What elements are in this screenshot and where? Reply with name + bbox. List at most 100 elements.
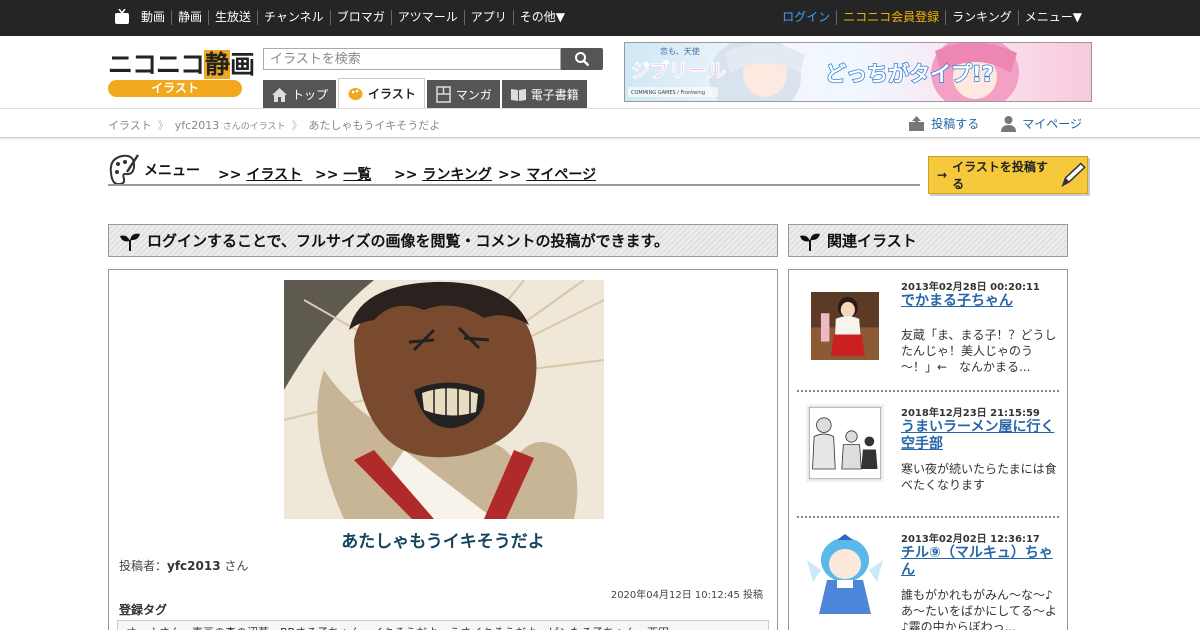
related-item[interactable]: 2018年12月23日 21:15:59 うまいラーメン屋に行く空手部 寒い夜が…: [797, 404, 1059, 514]
nav-atsumaru[interactable]: アツマール: [390, 10, 464, 25]
menu-title: メニュー: [108, 153, 200, 187]
tab-manga[interactable]: マンガ: [426, 80, 500, 108]
sprout-icon: [800, 233, 820, 251]
post-link[interactable]: 投稿する: [908, 115, 979, 132]
ad-banner[interactable]: COMMING GAMES / Frontwing 恋も、天使 ジブリール どっ…: [624, 42, 1092, 102]
tab-ebook[interactable]: 電子書籍: [501, 80, 587, 108]
related-description: 寒い夜が続いたらたまには食べたくなります: [901, 462, 1057, 492]
related-date: 2013年02月28日 00:20:11: [901, 282, 1040, 293]
logo-sub-label: イラスト: [108, 80, 242, 97]
menu-title-label: メニュー: [144, 163, 200, 179]
breadcrumb-user-name: yfc2013: [174, 118, 220, 132]
menu-item-mypage[interactable]: >> マイページ: [498, 164, 596, 184]
upload-icon: [909, 116, 925, 131]
page-menu: メニュー >> イラスト >> 一覧 >> ランキング >> マイページ: [108, 150, 920, 188]
divider: [797, 390, 1059, 392]
banner-artwork: COMMING GAMES / Frontwing 恋も、天使 ジブリール どっ…: [628, 43, 1019, 101]
related-item[interactable]: 2013年02月28日 00:20:11 でかまる子ちゃん 友蔵「ま、まる子！？…: [797, 278, 1059, 388]
mypage-link[interactable]: マイページ: [1001, 115, 1082, 132]
seiga-logo[interactable]: ニコニコ静画 イラスト: [108, 50, 255, 100]
home-icon: [272, 87, 287, 102]
nav-seiga[interactable]: 静画: [171, 10, 208, 25]
menu-item-illust-label: イラスト: [246, 167, 303, 183]
breadcrumb-user-suffix: さんのイラスト: [222, 121, 286, 132]
menu-prefix: >>: [394, 167, 418, 183]
service-nav: 動画 静画 生放送 チャンネル ブロマガ アツマール アプリ その他▼: [141, 10, 571, 25]
related-item[interactable]: 2013年02月02日 12:36:17 チル⑨（マルキュ）ちゃん 誰もがかれも…: [797, 530, 1059, 630]
menu-dropdown[interactable]: メニュー▼: [1017, 10, 1088, 25]
global-nav-bar: 動画 静画 生放送 チャンネル ブロマガ アツマール アプリ その他▼ ログイン…: [0, 0, 1200, 36]
related-heading-text: 関連イラスト: [827, 232, 917, 250]
niconico-tv-icon[interactable]: [114, 9, 130, 25]
search-box: [263, 48, 603, 70]
breadcrumb-root[interactable]: イラスト: [108, 117, 152, 133]
poster-name[interactable]: yfc2013: [167, 559, 221, 573]
related-illust-panel: 2013年02月28日 00:20:11 でかまる子ちゃん 友蔵「ま、まる子！？…: [788, 269, 1068, 630]
ranking-link[interactable]: ランキング: [945, 10, 1018, 25]
menu-prefix: >>: [498, 167, 522, 183]
nav-channel[interactable]: チャンネル: [257, 10, 330, 25]
related-date: 2013年02月02日 12:36:17: [901, 534, 1040, 545]
logo-text-a: ニコニコ: [108, 50, 205, 79]
login-notice-heading: ログインすることで、フルサイズの画像を閲覧・コメントの投稿ができます。: [108, 224, 778, 257]
related-thumbnail[interactable]: [797, 404, 893, 482]
menu-item-list-label: 一覧: [343, 167, 372, 183]
nav-video[interactable]: 動画: [141, 10, 171, 25]
related-thumbnail[interactable]: [797, 530, 893, 626]
register-link[interactable]: ニコニコ会員登録: [836, 10, 945, 25]
banner-brand: ジブリール: [631, 59, 726, 82]
post-illust-button[interactable]: → イラストを投稿する: [928, 156, 1088, 194]
banner-tagline: 恋も、天使: [660, 46, 700, 56]
related-title[interactable]: でかまる子ちゃん: [901, 293, 1059, 310]
tab-illust-label: イラスト: [368, 87, 416, 101]
menu-item-list[interactable]: >> 一覧: [315, 164, 371, 184]
menu-prefix: >>: [315, 167, 339, 183]
tag-list[interactable]: オーナさん 直画の森の沼草 BBさる子ちゃん イキそうだよ うさイキそうだよ ピ…: [117, 620, 769, 630]
related-heading: 関連イラスト: [788, 224, 1068, 257]
breadcrumb: イラスト 》 yfc2013 さんのイラスト 》 あたしゃもうイキそうだよ: [108, 117, 440, 133]
menu-item-ranking[interactable]: >> ランキング: [394, 164, 492, 184]
tab-ebook-label: 電子書籍: [530, 87, 579, 102]
logo-text-b: 静: [204, 50, 230, 79]
poster-info: 投稿者：yfc2013 さん: [119, 557, 248, 574]
nav-more-dropdown[interactable]: その他▼: [512, 10, 571, 25]
login-link[interactable]: ログイン: [776, 10, 836, 25]
user-icon: [1001, 116, 1017, 132]
banner-catch: どっちがタイプ!?: [825, 62, 994, 86]
manga-icon: [436, 85, 451, 103]
menu-item-mypage-label: マイページ: [526, 167, 597, 183]
nav-app[interactable]: アプリ: [463, 10, 513, 25]
menu-item-illust[interactable]: >> イラスト: [218, 164, 302, 184]
pen-icon: [1061, 162, 1087, 188]
sprout-icon: [120, 233, 140, 251]
breadcrumb-separator: 》: [291, 119, 303, 132]
logo-text-c: 画: [230, 50, 255, 79]
poster-label: 投稿者：: [119, 559, 168, 573]
related-description: 友蔵「ま、まる子！？どうしたんじゃ！美人じゃのう～！」← なんかまる...: [901, 328, 1057, 374]
illust-title: あたしゃもうイキそうだよ: [341, 532, 545, 552]
related-thumbnail[interactable]: [811, 278, 879, 374]
illust-image[interactable]: [284, 280, 604, 519]
book-icon: [510, 88, 526, 101]
related-title[interactable]: チル⑨（マルキュ）ちゃん: [901, 545, 1059, 579]
illust-icon: [348, 88, 363, 100]
divider: [797, 516, 1059, 518]
tab-top[interactable]: トップ: [263, 80, 337, 108]
posted-date: 2020年04月12日 10:12:45 投稿: [610, 590, 763, 601]
related-title[interactable]: うまいラーメン屋に行く空手部: [901, 419, 1059, 453]
tab-illust[interactable]: イラスト: [338, 78, 425, 108]
search-input[interactable]: [263, 48, 561, 70]
menu-item-ranking-label: ランキング: [422, 167, 492, 183]
nav-blomaga[interactable]: ブロマガ: [329, 10, 391, 25]
breadcrumb-separator: 》: [157, 119, 169, 132]
breadcrumb-bar: イラスト 》 yfc2013 さんのイラスト 》 あたしゃもうイキそうだよ 投稿…: [0, 108, 1200, 138]
header-actions: 投稿する マイページ: [886, 115, 1082, 132]
site-header: ニコニコ静画 イラスト トップ イラスト マンガ 電子書籍: [0, 36, 1200, 108]
nav-live[interactable]: 生放送: [208, 10, 257, 25]
illust-panel: あたしゃもうイキそうだよ 投稿者：yfc2013 さん 2020年04月12日 …: [108, 269, 778, 630]
poster-suffix: さん: [224, 559, 249, 573]
tab-top-label: トップ: [292, 87, 329, 102]
breadcrumb-user[interactable]: yfc2013 さんのイラスト: [175, 119, 286, 132]
menu-underline: [108, 184, 920, 186]
search-button[interactable]: [561, 48, 603, 70]
